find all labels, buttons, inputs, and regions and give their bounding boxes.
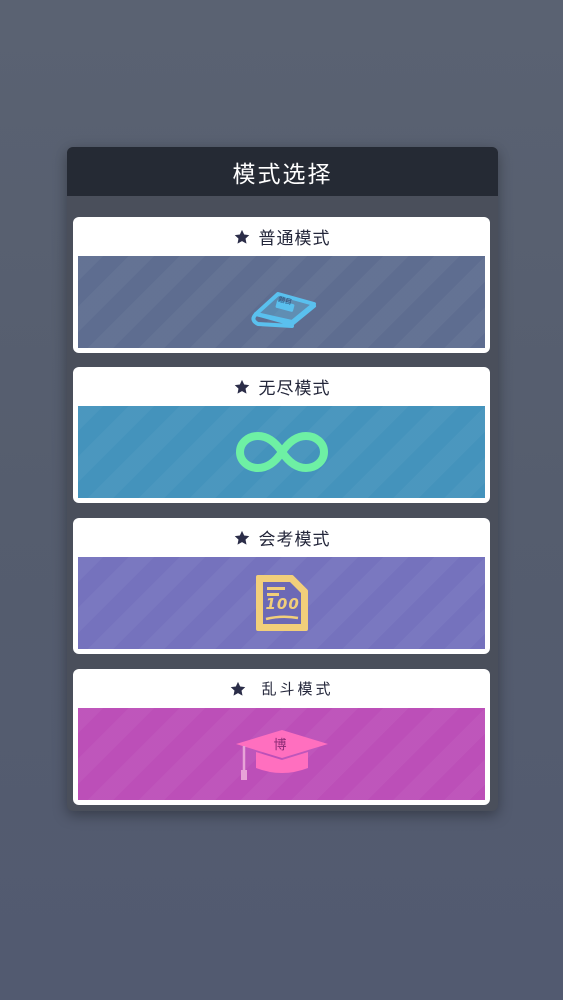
mode-label-exam: 会考模式 [258, 530, 331, 550]
graduation-cap-icon: 博 [230, 724, 334, 784]
mode-select-panel: 模式选择 普通模式 题目 无尽模式 会考模式 100 乱斗模式 博 [67, 147, 498, 811]
mode-card-melee[interactable]: 乱斗模式 博 [73, 669, 490, 805]
mode-card-normal[interactable]: 普通模式 题目 [73, 217, 490, 353]
mode-banner-normal: 题目 [78, 256, 485, 348]
star-icon [233, 529, 251, 547]
mode-banner-exam: 100 [78, 557, 485, 649]
mode-card-endless[interactable]: 无尽模式 [73, 367, 490, 503]
mode-label-melee: 乱斗模式 [261, 680, 334, 698]
star-icon [229, 680, 247, 698]
mode-card-title: 会考模式 [78, 518, 485, 557]
panel-title: 模式选择 [232, 161, 333, 188]
star-icon [233, 228, 251, 246]
panel-header: 模式选择 [67, 147, 498, 196]
infinity-icon [232, 428, 332, 476]
mode-label-endless: 无尽模式 [258, 379, 331, 399]
book-icon: 题目 [242, 274, 322, 330]
mode-card-title: 无尽模式 [78, 367, 485, 406]
mode-card-exam[interactable]: 会考模式 100 [73, 518, 490, 654]
star-icon [233, 378, 251, 396]
exam-paper-icon: 100 [250, 571, 314, 635]
exam-score: 100 [265, 595, 300, 613]
mode-banner-endless [78, 406, 485, 498]
mode-banner-melee: 博 [78, 708, 485, 800]
cap-label: 博 [273, 738, 287, 753]
mode-card-title: 乱斗模式 [78, 669, 485, 708]
mode-label-normal: 普通模式 [258, 229, 331, 249]
mode-card-title: 普通模式 [78, 217, 485, 256]
